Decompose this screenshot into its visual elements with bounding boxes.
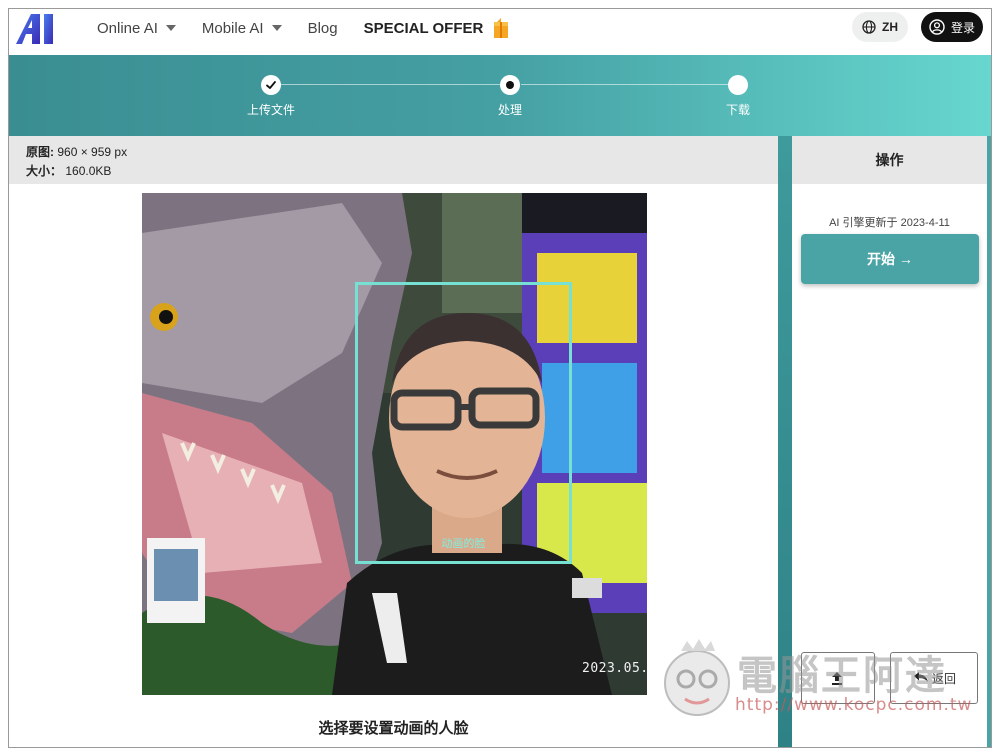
step-connector — [280, 84, 507, 85]
nav-blog[interactable]: Blog — [308, 20, 338, 37]
current-dot-icon — [506, 81, 514, 89]
step-upload-label: 上传文件 — [246, 103, 296, 117]
chevron-down-icon — [271, 25, 282, 31]
back-button-label: 返回 — [931, 671, 956, 686]
login-label: 登录 — [950, 20, 975, 35]
progress-stepper: 上传文件 处理 下载 — [9, 55, 991, 136]
face-selection-label: 动画的脸 — [441, 538, 486, 550]
checkmark-icon — [266, 81, 276, 89]
original-size-value: 960 × 959 px — [57, 145, 128, 159]
upload-button[interactable] — [801, 652, 875, 704]
step-pending-marker — [728, 75, 748, 95]
nav-mobile-ai-label: Mobile AI — [201, 19, 264, 37]
gift-icon — [494, 18, 509, 38]
nav-blog-label: Blog — [307, 19, 338, 37]
step-current-marker — [500, 75, 520, 95]
return-arrow-icon — [913, 672, 928, 682]
panel-divider — [778, 136, 792, 747]
nav-online-ai-label: Online AI — [97, 19, 158, 37]
original-size-label: 原图: — [26, 145, 54, 159]
language-code: ZH — [882, 20, 898, 34]
globe-icon — [862, 20, 876, 34]
file-size-label: 大小： — [26, 164, 63, 178]
select-face-caption: 选择要设置动画的人脸 — [318, 720, 469, 737]
upload-icon — [832, 672, 842, 685]
logo-icon[interactable] — [14, 12, 68, 44]
chevron-down-icon — [165, 25, 176, 31]
nav-online-ai[interactable]: Online AI — [97, 20, 176, 37]
nav-mobile-ai[interactable]: Mobile AI — [202, 20, 282, 37]
step-download-label: 下载 — [725, 103, 751, 117]
step-process-label: 处理 — [497, 103, 523, 117]
special-offer-label: SPECIAL OFFER — [363, 19, 484, 37]
file-size-value: 160.0KB — [65, 164, 112, 178]
step-connector — [521, 84, 739, 85]
language-switcher[interactable]: ZH — [852, 12, 908, 42]
main-nav: Online AI Mobile AI Blog SPECIAL OFFER — [97, 9, 535, 47]
step-done-marker — [261, 75, 281, 95]
engine-update-note: AI 引擎更新于 2023-4-11 — [829, 217, 950, 229]
operations-title: 操作 — [792, 136, 987, 184]
file-size-row: 大小： 160.0KB — [26, 162, 778, 181]
user-icon — [929, 19, 945, 35]
face-selection-box[interactable]: 动画的脸 — [355, 282, 572, 564]
image-panel: 原图: 960 × 959 px 大小： 160.0KB 动画的脸 2023.0… — [9, 136, 778, 747]
back-button[interactable]: 返回 — [890, 652, 978, 704]
start-button[interactable]: 开始 → — [801, 234, 979, 284]
uploaded-photo: 动画的脸 2023.05.2 — [142, 193, 647, 695]
login-button[interactable]: 登录 — [921, 12, 983, 42]
right-edge-bar — [987, 136, 991, 747]
top-header: Online AI Mobile AI Blog SPECIAL OFFER Z… — [9, 9, 991, 55]
app-window: Online AI Mobile AI Blog SPECIAL OFFER Z… — [8, 8, 992, 748]
nav-special-offer[interactable]: SPECIAL OFFER — [364, 18, 510, 38]
photo-date-stamp: 2023.05.2 — [582, 661, 647, 676]
original-size-row: 原图: 960 × 959 px — [26, 143, 778, 162]
image-info-bar: 原图: 960 × 959 px 大小： 160.0KB — [9, 136, 778, 184]
